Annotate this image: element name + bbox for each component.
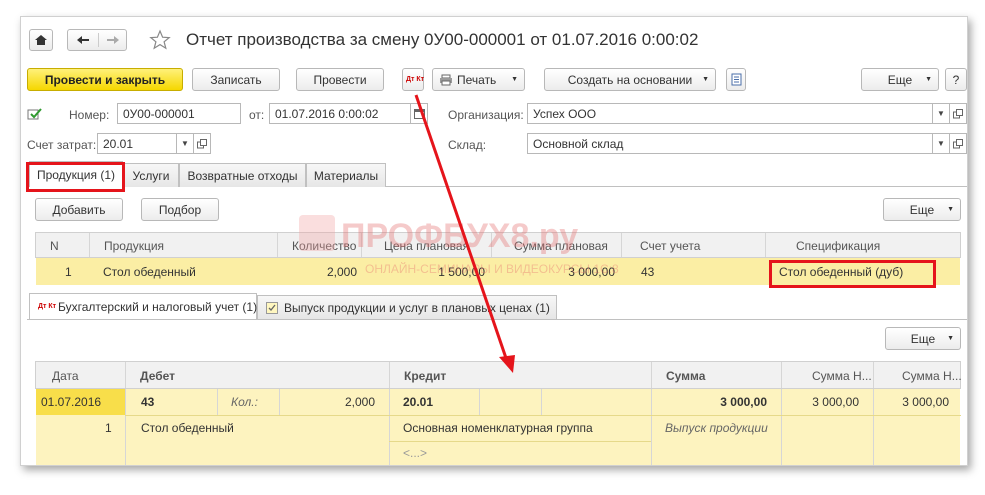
annotation-arrow [414,94,515,373]
document-window: Отчет производства за смену 0У00-000001 … [20,16,968,466]
